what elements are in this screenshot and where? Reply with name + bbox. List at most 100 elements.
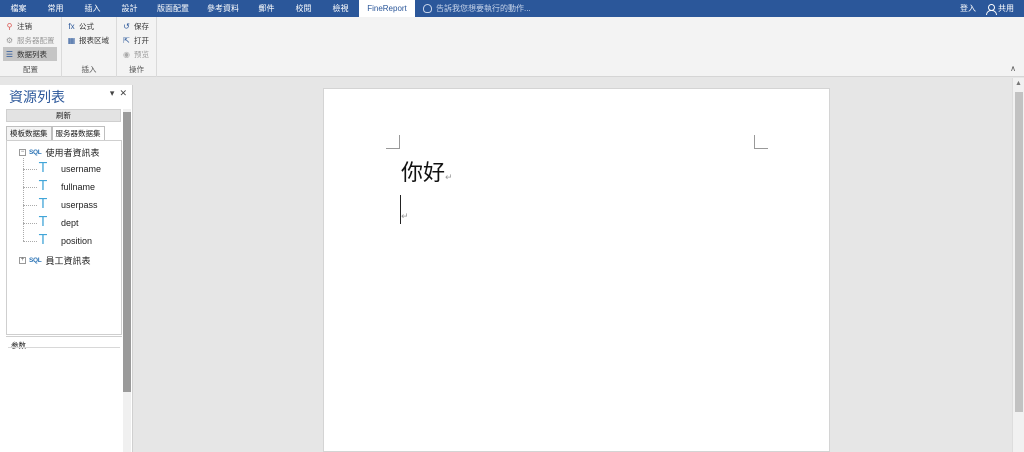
dataset-tab-1[interactable]: 服务器数据集 <box>51 126 105 140</box>
ribbon-button-label: 报表区域 <box>79 35 109 45</box>
report-area-icon: ▦ <box>67 35 76 45</box>
tree-table-node[interactable]: + SQL 員工資訊表 <box>19 254 90 267</box>
formula-button[interactable]: fx 公式 <box>65 19 111 33</box>
panel-scrollbar[interactable] <box>123 109 131 452</box>
text-field-icon: T <box>39 197 47 212</box>
close-icon[interactable]: ✕ <box>119 88 127 99</box>
panel-title: 資源列表 <box>9 90 65 106</box>
refresh-button[interactable]: 刷新 <box>6 109 121 122</box>
ribbon-button-label: 数据列表 <box>17 49 47 59</box>
tell-me-placeholder[interactable]: 告訴我您想要執行的動作... <box>436 3 531 14</box>
tab-8[interactable]: 檢視 <box>322 0 359 17</box>
field-name: fullname <box>61 181 96 192</box>
ribbon-group-operate: ↺ 保存 ⇱ 打开 ◉ 预览 操作 <box>117 17 157 77</box>
expand-icon[interactable]: + <box>19 257 26 264</box>
dataset-tab-0[interactable]: 模板数据集 <box>6 126 52 140</box>
field-name: dept <box>61 217 79 228</box>
document-area: 你好↵ ↵ <box>134 78 1012 452</box>
open-icon: ⇱ <box>123 35 130 45</box>
paragraph-mark: ↵ <box>445 173 453 183</box>
field-name: username <box>61 163 102 174</box>
lightbulb-icon <box>423 4 432 13</box>
document-scrollbar[interactable]: ▲ <box>1012 78 1024 452</box>
ribbon-button-label: 保存 <box>134 21 149 31</box>
share-button[interactable]: 共用 <box>986 3 1014 15</box>
text-field-icon: T <box>39 215 47 230</box>
list-icon: ☰ <box>5 49 14 59</box>
margin-corner-mark <box>754 135 768 149</box>
ribbon-group-insert: fx 公式 ▦ 报表区域 插入 <box>62 17 117 77</box>
tree-field-node[interactable]: Tusername <box>39 162 101 175</box>
ribbon-button-label: 注销 <box>17 21 32 31</box>
tab-1[interactable]: 常用 <box>37 0 74 17</box>
tab-9[interactable]: FineReport <box>359 0 415 17</box>
logout-icon: ⚲ <box>6 21 13 31</box>
ribbon-button-label: 服务器配置 <box>17 35 55 45</box>
preview-icon: ◉ <box>123 49 130 59</box>
collapse-icon[interactable]: − <box>19 149 26 156</box>
tab-7[interactable]: 校閱 <box>285 0 322 17</box>
share-label: 共用 <box>998 4 1014 13</box>
document-text[interactable]: 你好↵ <box>401 155 453 187</box>
sql-table-icon: SQL <box>29 257 42 264</box>
tab-6[interactable]: 郵件 <box>248 0 285 17</box>
text-field-icon: T <box>39 161 47 176</box>
parameters-label: 参数 <box>11 341 26 350</box>
collapse-ribbon-icon[interactable]: ∧ <box>1010 64 1016 73</box>
parameters-pane: 参数 <box>6 336 122 452</box>
tab-4[interactable]: 版面配置 <box>148 0 198 17</box>
save-button[interactable]: ↺ 保存 <box>120 19 151 33</box>
document-page[interactable]: 你好↵ ↵ <box>323 88 830 452</box>
scroll-thumb[interactable] <box>123 112 131 392</box>
paragraph-text: 你好 <box>401 161 446 186</box>
tree-connector <box>23 169 37 170</box>
tree-field-node[interactable]: Tuserpass <box>39 198 98 211</box>
divider <box>8 347 120 348</box>
ribbon-button-label: 公式 <box>79 21 94 31</box>
tree-connector <box>23 205 37 206</box>
table-name: 員工資訊表 <box>45 256 91 266</box>
tab-0[interactable]: 檔案 <box>0 0 37 17</box>
tree-connector <box>23 187 37 188</box>
resource-panel: 資源列表 ▾ ✕ 刷新 模板数据集 服务器数据集 − SQL 使用者資訊表 Tusern… <box>0 85 133 452</box>
scroll-up-icon[interactable]: ▲ <box>1015 80 1022 87</box>
list-button[interactable]: ☰ 数据列表 <box>3 47 57 61</box>
scroll-thumb[interactable] <box>1015 92 1023 412</box>
ribbon-button-label: 预览 <box>134 49 149 59</box>
margin-corner-mark <box>386 135 400 149</box>
open-button[interactable]: ⇱ 打开 <box>120 33 151 47</box>
preview-button[interactable]: ◉ 预览 <box>120 47 151 61</box>
tell-me-box[interactable]: 告訴我您想要執行的動作... <box>423 0 531 17</box>
dataset-tree: − SQL 使用者資訊表 Tusername Tfullname Tuserpass Tde… <box>6 140 122 335</box>
ribbon-button-label: 打开 <box>134 35 149 45</box>
ribbon-group-label: 插入 <box>81 65 97 74</box>
panel-menu-icon[interactable]: ▾ <box>110 88 115 99</box>
tree-table-node[interactable]: − SQL 使用者資訊表 <box>19 146 99 159</box>
tree-field-node[interactable]: Tfullname <box>39 180 95 193</box>
text-field-icon: T <box>39 179 47 194</box>
report-area-button[interactable]: ▦ 报表区域 <box>65 33 111 47</box>
tab-5[interactable]: 參考資料 <box>198 0 248 17</box>
ribbon-tab-bar: 檔案 常用 插入 設計 版面配置 參考資料 郵件 校閱 檢視 FineReport 告訴我您想要執… <box>0 0 1024 17</box>
gear-button[interactable]: ⚙ 服务器配置 <box>3 33 57 47</box>
ribbon-group-label: 配置 <box>23 65 38 74</box>
sign-in-link[interactable]: 登入 <box>960 3 976 14</box>
paragraph-mark: ↵ <box>401 211 409 221</box>
tree-field-node[interactable]: Tposition <box>39 234 92 247</box>
tree-field-node[interactable]: Tdept <box>39 216 79 229</box>
person-icon <box>986 3 997 15</box>
logout-button[interactable]: ⚲ 注销 <box>3 19 57 33</box>
formula-icon: fx <box>68 21 75 31</box>
ribbon: ⚲ 注销 ⚙ 服务器配置 ☰ 数据列表 配置 fx 公式 ▦ 报表区域 插入 ↺ 保存 ⇱ 打开 ◉ 预览 操作… <box>0 17 1024 77</box>
table-name: 使用者資訊表 <box>45 148 100 158</box>
ribbon-group-config: ⚲ 注销 ⚙ 服务器配置 ☰ 数据列表 配置 <box>0 17 62 77</box>
tree-connector <box>23 241 37 242</box>
tab-3[interactable]: 設計 <box>111 0 148 17</box>
tree-connector <box>23 158 24 241</box>
tab-2[interactable]: 插入 <box>74 0 111 17</box>
sql-table-icon: SQL <box>29 149 42 156</box>
field-name: position <box>61 235 93 246</box>
text-field-icon: T <box>39 233 47 248</box>
gear-icon: ⚙ <box>5 35 14 45</box>
field-name: userpass <box>61 199 98 210</box>
